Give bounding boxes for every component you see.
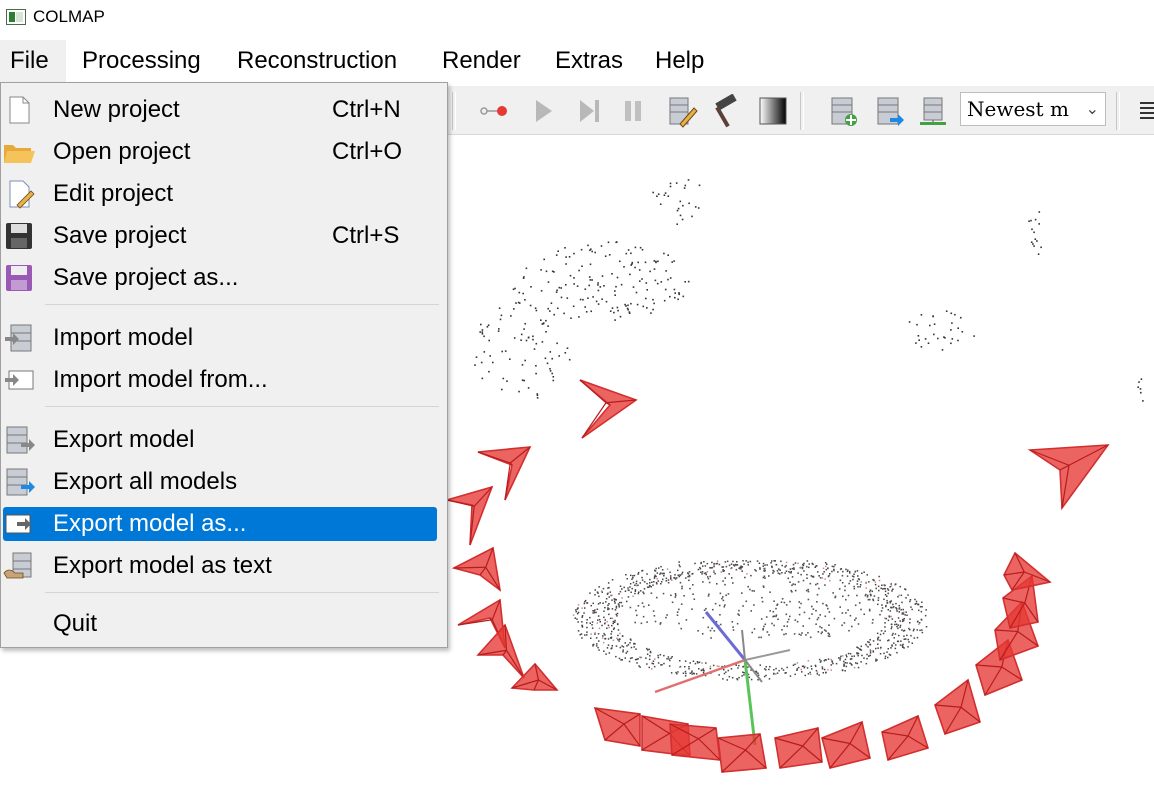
camera-frustum <box>579 379 638 439</box>
menu-item-label: Export model as text <box>53 552 272 579</box>
camera-frustum <box>717 733 767 773</box>
menu-item-shortcut: Ctrl+S <box>332 222 400 249</box>
menu-separator <box>45 304 439 305</box>
3d-viewport[interactable] <box>448 135 1154 812</box>
chevron-down-icon: ⌄ <box>1085 99 1099 118</box>
list-icon[interactable] <box>1136 94 1154 128</box>
menu-separator <box>45 592 439 593</box>
menu-item-label: Save project <box>53 222 187 249</box>
toolbar-separator <box>1116 92 1120 130</box>
new-file-icon <box>9 96 30 124</box>
menu-item-shortcut: Ctrl+N <box>332 96 401 123</box>
camera-frustums <box>448 379 1110 773</box>
menu-item-label: Quit <box>53 610 98 637</box>
toolbar-separator <box>800 92 804 130</box>
menu-item-export-model-as-text[interactable]: Export model as text <box>3 549 437 583</box>
toolbar: Newest m ⌄ <box>448 86 1154 135</box>
menu-item-open-project[interactable]: Open project Ctrl+O <box>3 135 437 169</box>
folder-open-icon <box>4 145 35 163</box>
import-model-icon <box>5 324 32 352</box>
colmap-app-icon <box>6 9 26 25</box>
play-icon[interactable] <box>526 94 560 128</box>
menu-item-export-model[interactable]: Export model <box>3 423 437 457</box>
menu-item-import-model-from[interactable]: Import model from... <box>3 363 437 397</box>
menu-item-label: Import model <box>53 324 194 351</box>
gradient-icon[interactable] <box>756 94 790 128</box>
camera-frustum <box>1003 551 1052 591</box>
toolbar-separator <box>452 92 456 130</box>
menu-item-save-project[interactable]: Save project Ctrl+S <box>3 219 437 253</box>
window-title: COLMAP <box>33 7 105 26</box>
menu-item-label: Import model from... <box>53 366 268 393</box>
pause-icon[interactable] <box>616 94 650 128</box>
export-model-icon <box>6 426 35 454</box>
menu-item-label: Save project as... <box>53 264 239 291</box>
menu-item-save-project-as[interactable]: Save project as... <box>3 261 437 295</box>
hammer-icon[interactable] <box>710 94 744 128</box>
camera-frustum <box>476 623 525 679</box>
menu-help[interactable]: Help <box>645 40 714 82</box>
export-all-models-icon <box>6 468 35 496</box>
menu-item-export-all-models[interactable]: Export all models <box>3 465 437 499</box>
camera-frustum <box>934 678 981 736</box>
menu-item-new-project[interactable]: New project Ctrl+N <box>3 93 437 127</box>
reconstruction-scene <box>448 179 1144 773</box>
database-edit-icon[interactable] <box>664 94 698 128</box>
camera-frustum <box>448 485 494 546</box>
camera-frustum <box>881 714 930 762</box>
camera-frustum <box>774 727 823 769</box>
menu-item-export-model-as[interactable]: Export model as... <box>3 507 437 541</box>
menu-item-shortcut: Ctrl+O <box>332 138 403 165</box>
record-icon[interactable] <box>478 94 512 128</box>
model-select-value: Newest m <box>967 97 1069 121</box>
file-menu-dropdown: New project Ctrl+N Open project Ctrl+O E… <box>0 82 448 648</box>
database-export-icon[interactable] <box>872 94 906 128</box>
menu-item-edit-project[interactable]: Edit project <box>3 177 437 211</box>
camera-frustum <box>669 723 721 761</box>
menu-item-label: Open project <box>53 138 191 165</box>
menu-item-label: Export all models <box>53 468 238 495</box>
menu-item-label: Edit project <box>53 180 174 207</box>
menu-item-label: Export model <box>53 426 195 453</box>
camera-frustum <box>821 720 871 769</box>
floppy-disk-as-icon <box>6 265 32 291</box>
edit-file-icon <box>9 180 35 209</box>
menu-processing[interactable]: Processing <box>72 40 211 82</box>
point-cloud <box>474 179 1144 681</box>
camera-frustum <box>1027 444 1110 511</box>
menu-reconstruction[interactable]: Reconstruction <box>227 40 407 82</box>
menu-render[interactable]: Render <box>432 40 531 82</box>
menu-item-label: New project <box>53 96 180 123</box>
camera-frustum <box>593 707 641 747</box>
database-green-icon[interactable] <box>916 94 950 128</box>
menu-item-quit[interactable]: Quit <box>3 607 437 641</box>
title-bar: COLMAP <box>0 0 1154 36</box>
menu-extras[interactable]: Extras <box>545 40 633 82</box>
menu-bar: File Processing Reconstruction Render Ex… <box>0 40 1154 82</box>
model-select[interactable]: Newest m ⌄ <box>960 92 1106 126</box>
floppy-disk-icon <box>6 223 32 249</box>
export-model-text-icon <box>3 552 32 579</box>
database-add-icon[interactable] <box>826 94 860 128</box>
import-model-from-icon <box>5 370 34 390</box>
menu-file[interactable]: File <box>0 40 66 82</box>
menu-separator <box>45 406 439 407</box>
export-model-as-icon <box>5 514 31 534</box>
menu-item-import-model[interactable]: Import model <box>3 321 437 355</box>
camera-frustum <box>451 546 502 592</box>
step-forward-icon[interactable] <box>572 94 606 128</box>
menu-item-label: Export model as... <box>53 510 247 537</box>
